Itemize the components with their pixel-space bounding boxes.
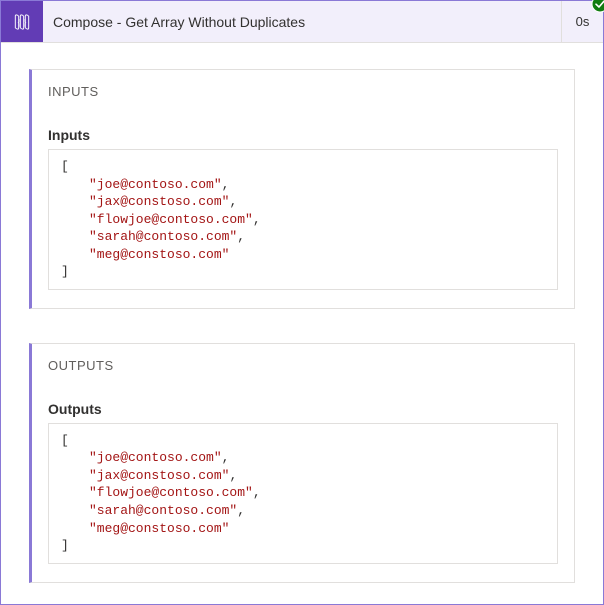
compose-icon: { } [1, 1, 43, 42]
inputs-json-box[interactable]: ["joe@contoso.com","jax@constoso.com","f… [48, 149, 558, 290]
svg-text:{ }: { } [17, 18, 27, 27]
inputs-section: INPUTS Inputs ["joe@contoso.com","jax@co… [29, 69, 575, 309]
outputs-json-box[interactable]: ["joe@contoso.com","jax@constoso.com","f… [48, 423, 558, 564]
outputs-field-label: Outputs [48, 401, 558, 417]
status-success-icon [591, 0, 604, 13]
action-card: { } Compose - Get Array Without Duplicat… [0, 0, 604, 605]
outputs-section: OUTPUTS Outputs ["joe@contoso.com","jax@… [29, 343, 575, 583]
action-title: Compose - Get Array Without Duplicates [43, 1, 561, 42]
action-body: INPUTS Inputs ["joe@contoso.com","jax@co… [1, 43, 603, 604]
inputs-field-label: Inputs [48, 127, 558, 143]
inputs-section-heading: INPUTS [48, 84, 558, 99]
action-header[interactable]: { } Compose - Get Array Without Duplicat… [1, 1, 603, 43]
outputs-section-heading: OUTPUTS [48, 358, 558, 373]
